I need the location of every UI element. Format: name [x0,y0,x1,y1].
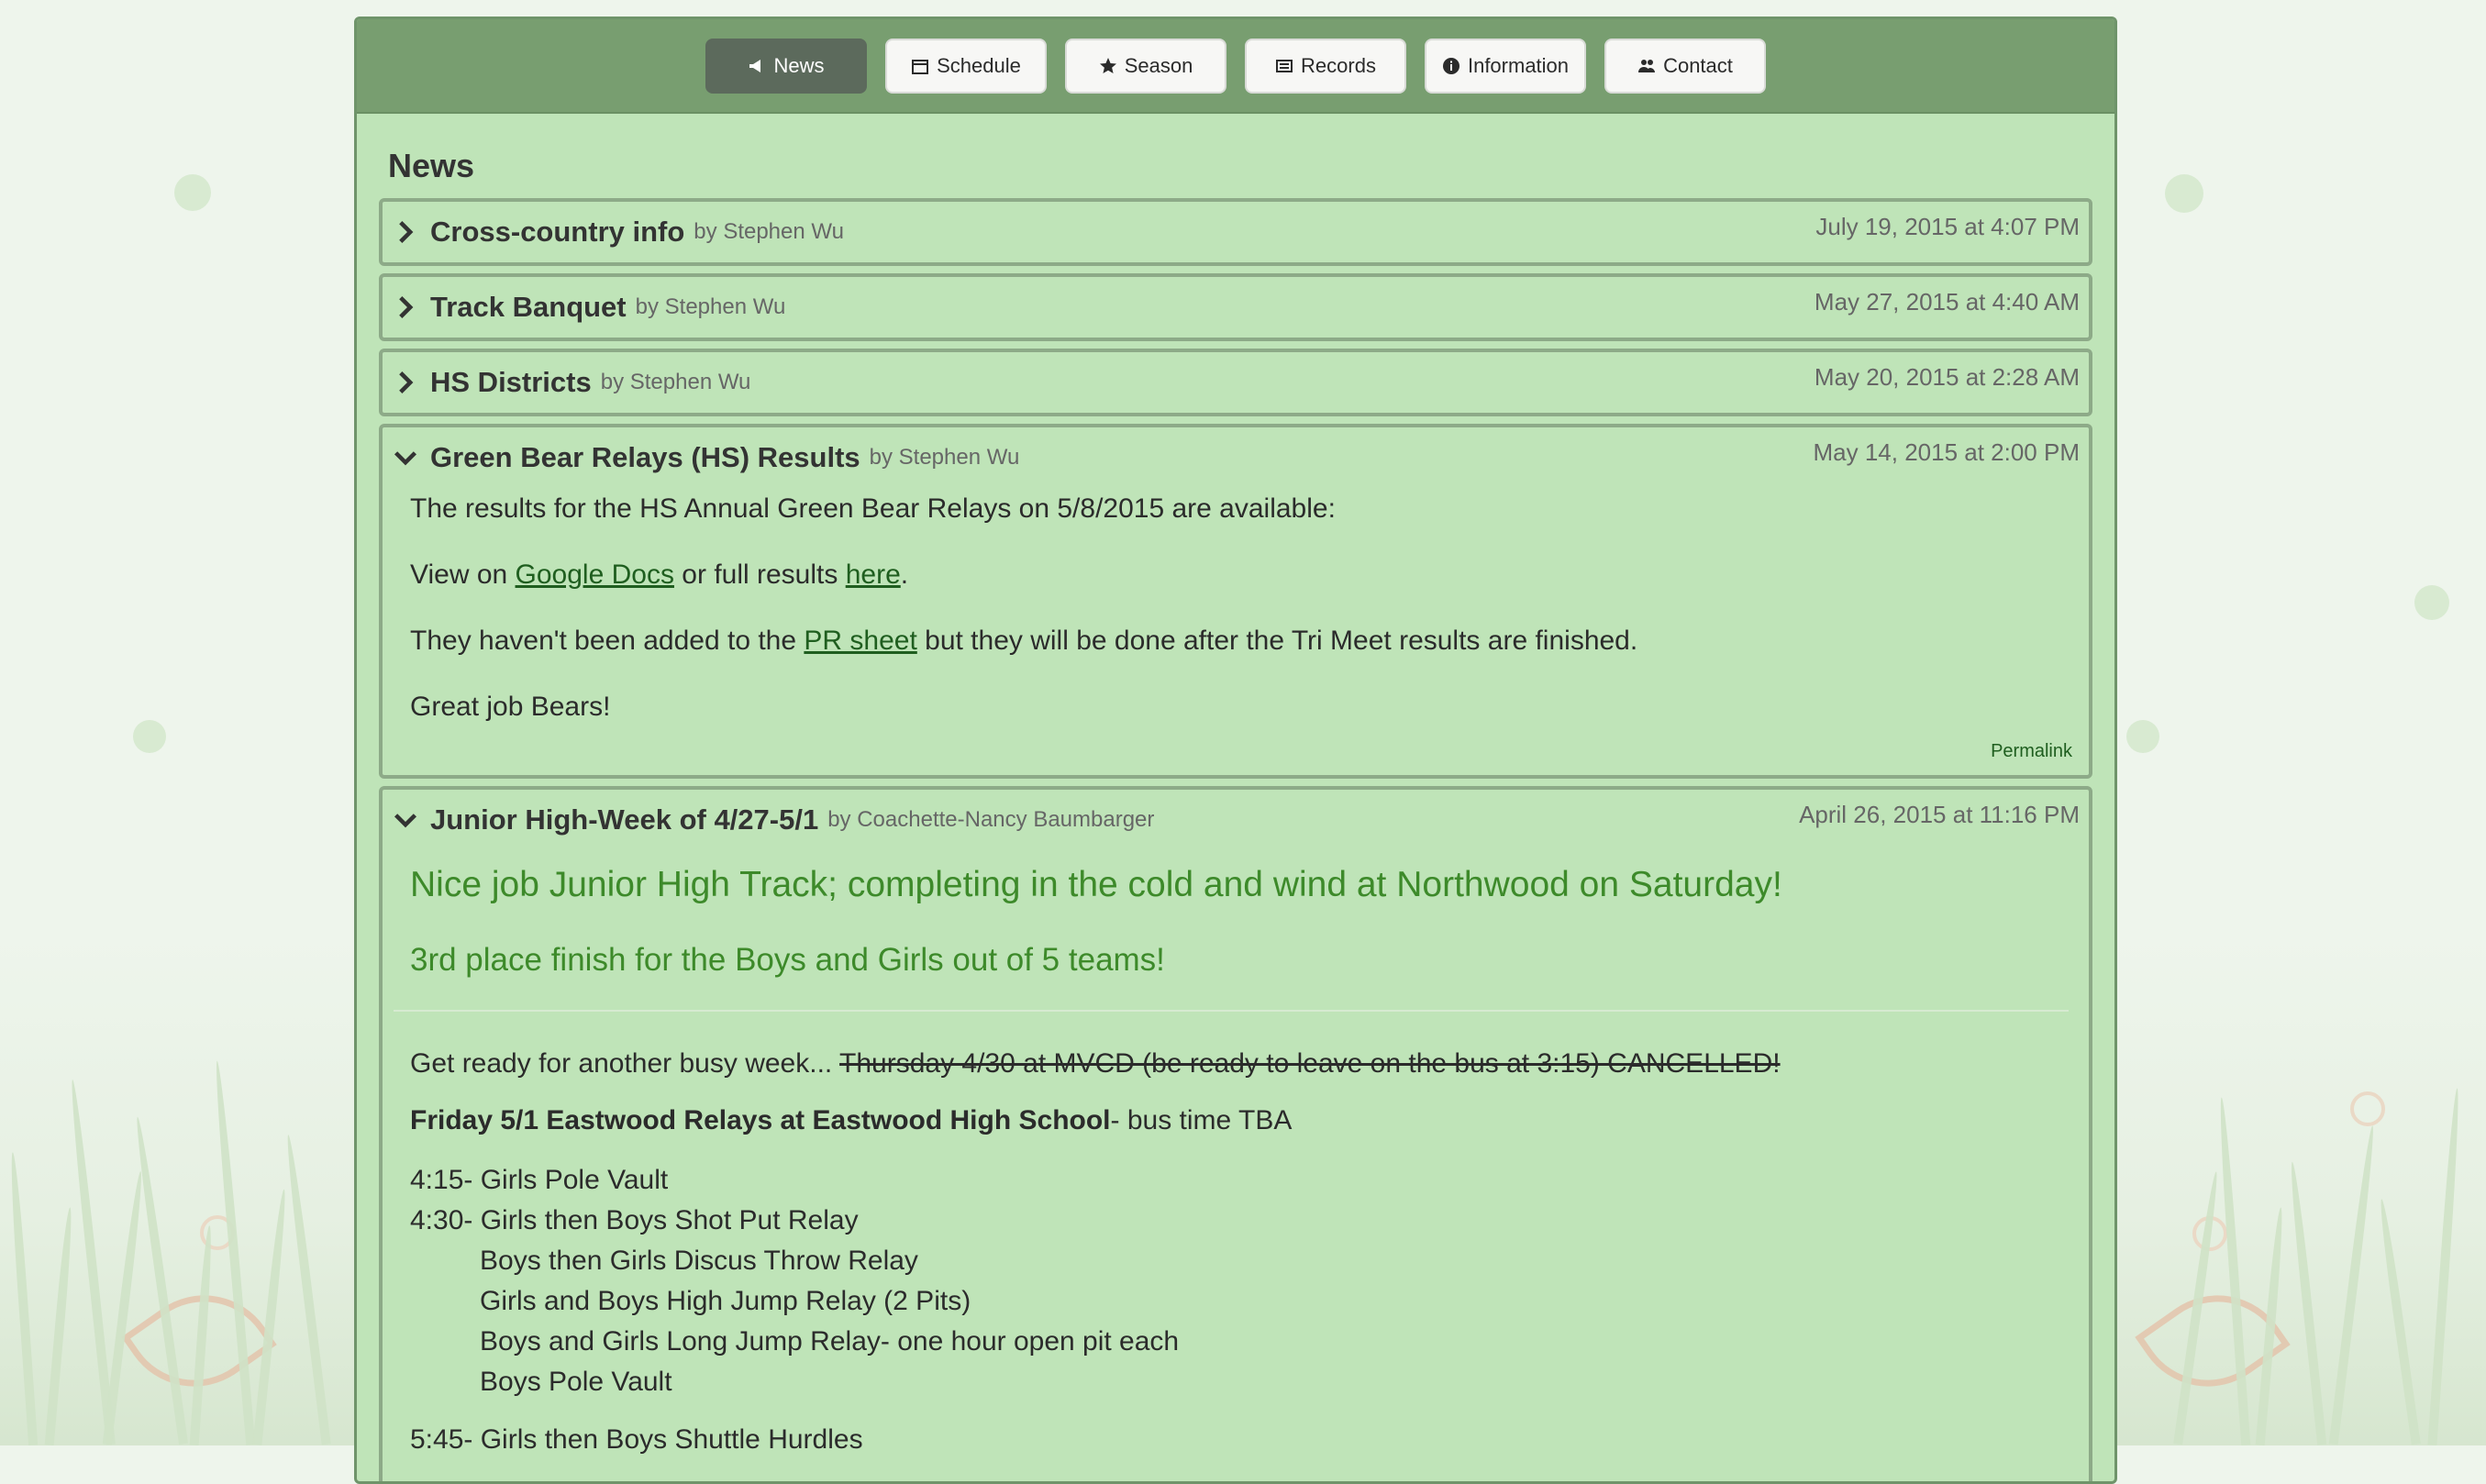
post-author: by Stephen Wu [869,445,1020,470]
decorative-bubble [2414,585,2449,620]
megaphone-icon [749,59,761,72]
nav-information-button[interactable]: Information [1425,38,1586,94]
nav-schedule-button[interactable]: Schedule [885,38,1047,94]
section-title: News [388,147,475,184]
post-body: The results for the HS Annual Green Bear… [383,488,2089,723]
schedule-line: 4:30- Girls then Boys Shot Put Relay [410,1205,859,1235]
nav-season-label: Season [1124,53,1193,77]
news-post: HS Districts by Stephen Wu May 20, 2015 … [379,349,2092,416]
text: They haven't been added to the [410,626,805,656]
event-title: Friday 5/1 Eastwood Relays at Eastwood H… [410,1105,1111,1135]
post-header[interactable]: Green Bear Relays (HS) Results by Stephe… [383,427,2089,488]
schedule-line: Boys and Girls Long Jump Relay- one hour… [480,1326,1180,1357]
text: Get ready for another busy week... [410,1048,840,1079]
text: but they will be done after the Tri Meet… [916,626,1638,656]
full-results-link[interactable]: here [846,559,901,590]
event-schedule: 4:15- Girls Pole Vault 4:30- Girls then … [410,1160,2069,1402]
nav-news-button[interactable]: News [705,38,867,94]
post-date: May 20, 2015 at 2:28 AM [1814,363,2080,391]
divider [394,1010,2069,1012]
chevron-down-icon [394,814,417,828]
permalink-link[interactable]: Permalink [383,741,2089,775]
post-author: by Coachette-Nancy Baumbarger [827,807,1155,832]
text: or full results [673,559,846,590]
nav-season-button[interactable]: Season [1065,38,1226,94]
decorative-ring [2350,1091,2385,1126]
cancelled-text: Thursday 4/30 at MVCD (be ready to leave… [839,1048,1781,1079]
calendar-icon [912,59,929,74]
news-content: News Cross-country info by Stephen Wu Ju… [357,114,2114,1481]
decorative-bubble [174,174,211,211]
post-title[interactable]: Green Bear Relays (HS) Results [430,441,860,474]
post-header[interactable]: Track Banquet by Stephen Wu May 27, 2015… [383,277,2089,338]
news-post-expanded: Junior High-Week of 4/27-5/1 by Coachett… [379,786,2092,1481]
news-post: Track Banquet by Stephen Wu May 27, 2015… [379,273,2092,341]
post-paragraph: Great job Bears! [410,692,611,722]
post-header[interactable]: Junior High-Week of 4/27-5/1 by Coachett… [383,790,2089,850]
star-icon [1099,57,1116,73]
post-header[interactable]: Cross-country info by Stephen Wu July 19… [383,202,2089,262]
schedule-line: Girls and Boys High Jump Relay (2 Pits) [480,1286,971,1316]
post-date: May 14, 2015 at 2:00 PM [1813,438,2080,466]
users-icon [1638,59,1656,72]
decorative-bubble [133,720,166,753]
post-date: April 26, 2015 at 11:16 PM [1799,801,2080,828]
post-author: by Stephen Wu [694,219,844,244]
post-title[interactable]: HS Districts [430,366,592,399]
post-paragraph: View on Google Docs or full results here… [410,559,2069,591]
nav-records-label: Records [1301,53,1376,77]
nav-contact-button[interactable]: Contact [1604,38,1766,94]
decorative-bubble [2126,720,2159,753]
news-post: Cross-country info by Stephen Wu July 19… [379,198,2092,266]
chevron-right-icon [399,295,414,319]
text: - bus time TBA [1110,1105,1293,1135]
chevron-down-icon [394,451,417,466]
main-panel: News Schedule Season Records Information… [354,17,2117,1484]
decorative-bubble [2165,174,2203,213]
post-body: Nice job Junior High Track; completing i… [383,850,2089,1456]
google-docs-link[interactable]: Google Docs [516,559,674,590]
post-paragraph: The results for the HS Annual Green Bear… [410,493,1336,524]
schedule-line: 4:15- Girls Pole Vault [410,1165,669,1195]
top-navigation: News Schedule Season Records Information… [357,19,2114,114]
chevron-right-icon [399,220,414,244]
post-headline: Nice job Junior High Track; completing i… [410,865,1782,904]
news-post-expanded: Green Bear Relays (HS) Results by Stephe… [379,424,2092,779]
nav-contact-label: Contact [1663,53,1733,77]
text: . [900,559,909,590]
list-icon [1276,59,1293,72]
nav-information-label: Information [1467,53,1570,77]
post-subheadline: 3rd place finish for the Boys and Girls … [410,942,1165,978]
nav-news-label: News [773,53,825,77]
post-header[interactable]: HS Districts by Stephen Wu May 20, 2015 … [383,352,2089,413]
post-author: by Stephen Wu [600,370,751,394]
post-paragraph: Friday 5/1 Eastwood Relays at Eastwood H… [410,1105,2069,1136]
post-date: May 27, 2015 at 4:40 AM [1814,288,2080,316]
pr-sheet-link[interactable]: PR sheet [804,626,916,656]
info-icon [1442,57,1459,74]
post-title[interactable]: Cross-country info [430,216,684,249]
nav-records-button[interactable]: Records [1245,38,1406,94]
schedule-line: Boys then Girls Discus Throw Relay [480,1246,918,1276]
nav-schedule-label: Schedule [937,53,1021,77]
schedule-line: Boys Pole Vault [480,1367,672,1397]
chevron-right-icon [399,371,414,394]
post-paragraph: They haven't been added to the PR sheet … [410,626,2069,657]
text: View on [410,559,516,590]
schedule-line: 5:45- Girls then Boys Shuttle Hurdles [410,1424,863,1455]
post-date: July 19, 2015 at 4:07 PM [1815,213,2080,240]
post-title[interactable]: Track Banquet [430,291,627,324]
post-title[interactable]: Junior High-Week of 4/27-5/1 [430,803,818,836]
post-author: by Stephen Wu [635,294,786,319]
post-paragraph: Get ready for another busy week... Thurs… [410,1048,2069,1080]
